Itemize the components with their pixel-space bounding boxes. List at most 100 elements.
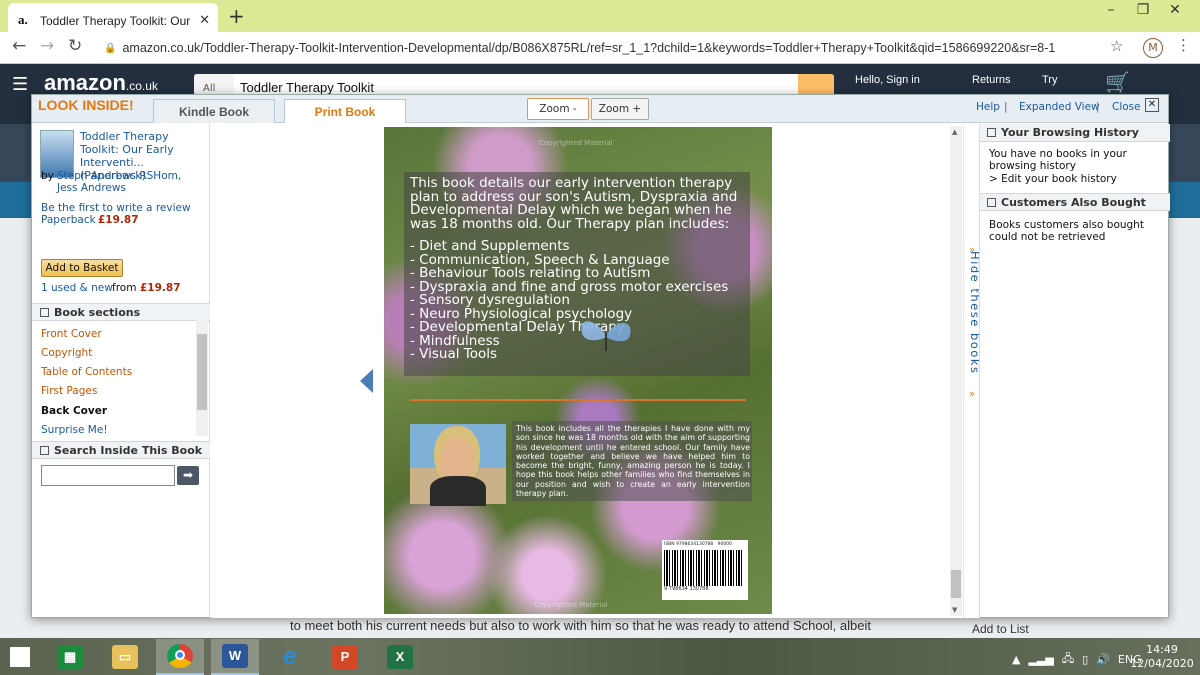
taskbar-internet-explorer[interactable]: e <box>266 639 314 675</box>
search-inside-input[interactable] <box>41 465 175 486</box>
volume-icon[interactable]: 🔊 <box>1096 653 1110 666</box>
try-prime-link[interactable]: Try <box>1042 74 1057 86</box>
minimize-icon[interactable]: – <box>1100 2 1122 18</box>
edit-history-link[interactable]: > Edit your book history <box>989 173 1165 186</box>
also-bought-header[interactable]: Customers Also Bought <box>980 193 1170 211</box>
new-tab-icon[interactable]: + <box>228 4 245 28</box>
taskbar-word[interactable]: W <box>211 639 259 675</box>
product-description-text: to meet both his current needs but also … <box>290 618 871 633</box>
scroll-up-icon[interactable]: ▲ <box>952 128 957 136</box>
isbn-barcode: ISBN 9798634130788 90000 9 798634 130788 <box>662 540 748 600</box>
zoom-out-button[interactable]: Zoom - <box>527 98 589 120</box>
taskbar-clock[interactable]: 14:49 12/04/2020 <box>1130 643 1194 671</box>
word-icon: W <box>222 644 248 668</box>
start-button-icon[interactable] <box>10 647 30 667</box>
reload-icon[interactable]: ↻ <box>68 36 82 56</box>
collapse-box-icon <box>987 128 996 137</box>
file-explorer-icon: ▭ <box>112 645 138 669</box>
zoom-in-button[interactable]: Zoom + <box>591 98 649 120</box>
tab-kindle-book[interactable]: Kindle Book <box>153 99 275 123</box>
internet-explorer-icon: e <box>283 643 297 670</box>
look-inside-modal: LOOK INSIDE! Kindle Book Print Book Zoom… <box>31 94 1170 618</box>
scrollbar-thumb[interactable] <box>197 334 207 410</box>
separator: | <box>1096 101 1100 113</box>
write-review-link[interactable]: Be the first to write a review <box>41 202 191 214</box>
returns-link[interactable]: Returns <box>972 74 1011 86</box>
right-panel: Your Browsing History You have no books … <box>979 124 1170 618</box>
tab-print-book[interactable]: Print Book <box>284 99 406 123</box>
menu-kebab-icon[interactable]: ⋮ <box>1176 36 1191 54</box>
taskbar-excel[interactable]: X <box>376 639 424 675</box>
back-icon[interactable]: ← <box>12 36 26 56</box>
used-new-link[interactable]: 1 used & new <box>41 282 113 294</box>
viewer-scrollbar[interactable]: ▲ ▼ <box>950 126 962 616</box>
taskbar-file-explorer[interactable]: ▭ <box>101 639 149 675</box>
butterfly-icon <box>581 321 631 351</box>
chrome-icon <box>167 644 193 668</box>
url-field[interactable]: 🔒 amazon.co.uk/Toddler-Therapy-Toolkit-I… <box>104 38 1134 58</box>
tab-title: Toddler Therapy Toolkit: Our Early <box>40 13 192 28</box>
separator: | <box>1004 101 1008 113</box>
lock-icon: 🔒 <box>104 42 117 54</box>
collapse-box-icon <box>987 198 996 207</box>
powerpoint-icon: P <box>332 645 358 669</box>
taskbar-powerpoint[interactable]: P <box>321 639 369 675</box>
add-to-basket-button[interactable]: Add to Basket <box>41 259 123 277</box>
network-icon[interactable]: 🖧 <box>1062 650 1074 669</box>
system-tray: ▲ ▂▃▅ 🖧 ▯ 🔊 ENG <box>1012 650 1142 669</box>
isbn-text: ISBN 9798634130788 <box>664 542 714 547</box>
back-cover-blurb: This book includes all the therapies I h… <box>516 424 750 499</box>
amazon-logo[interactable]: amazon.co.uk <box>44 70 158 96</box>
restore-icon[interactable]: ❐ <box>1132 2 1154 18</box>
from-label: from <box>112 282 137 294</box>
search-go-button[interactable]: ➡ <box>177 466 199 485</box>
profile-avatar[interactable]: M <box>1143 38 1163 58</box>
section-surprise-me[interactable]: Surprise Me! <box>41 424 108 436</box>
close-tab-icon[interactable]: ✕ <box>199 13 210 28</box>
help-link[interactable]: Help <box>976 101 1000 113</box>
close-window-icon[interactable]: ✕ <box>1164 2 1186 18</box>
battery-icon[interactable]: ▯ <box>1082 653 1088 666</box>
section-copyright[interactable]: Copyright <box>41 347 92 359</box>
sections-scrollbar[interactable] <box>196 320 208 436</box>
cover-divider <box>410 399 746 401</box>
browsing-history-text: You have no books in your browsing histo… <box>989 148 1127 172</box>
excel-icon: X <box>387 645 413 669</box>
signal-icon[interactable]: ▂▃▅ <box>1028 653 1053 666</box>
scrollbar-thumb[interactable] <box>951 570 961 598</box>
taskbar-calculator[interactable]: ▦ <box>46 639 94 675</box>
section-back-cover[interactable]: Back Cover <box>41 405 107 417</box>
expanded-view-link[interactable]: Expanded View <box>1019 101 1100 113</box>
account-link[interactable]: Hello, Sign in <box>855 74 920 86</box>
watermark: Copyrighted Material <box>539 139 613 147</box>
author-photo <box>410 424 506 506</box>
section-table-of-contents[interactable]: Table of Contents <box>41 366 132 378</box>
browsing-history-header[interactable]: Your Browsing History <box>980 124 1170 142</box>
book-back-cover: Copyrighted Material This book details o… <box>384 127 772 614</box>
book-sections-header[interactable]: Book sections <box>32 303 210 321</box>
add-to-list-button[interactable]: Add to List <box>972 622 1029 636</box>
previous-page-arrow-icon[interactable] <box>360 369 373 393</box>
hamburger-icon[interactable]: ☰ <box>12 74 28 95</box>
basket-icon[interactable]: 🛒 <box>1105 70 1130 94</box>
chevron-right-icon[interactable]: » <box>969 389 975 400</box>
close-icon[interactable]: ✕ <box>1145 98 1159 112</box>
collapse-box-icon <box>40 308 49 317</box>
bookmark-star-icon[interactable]: ☆ <box>1110 37 1123 55</box>
forward-icon[interactable]: → <box>40 36 54 56</box>
tray-chevron-up-icon[interactable]: ▲ <box>1012 653 1020 666</box>
section-front-cover[interactable]: Front Cover <box>41 328 102 340</box>
calculator-icon: ▦ <box>57 645 83 669</box>
barcode-bars <box>664 550 744 586</box>
close-link[interactable]: Close <box>1112 101 1141 113</box>
search-inside-header[interactable]: Search Inside This Book <box>32 441 210 459</box>
search-query: Toddler Therapy Toolkit <box>240 80 374 95</box>
amazon-favicon-icon: a. <box>18 12 28 27</box>
browser-tab[interactable]: a. Toddler Therapy Toolkit: Our Early ✕ <box>8 3 218 32</box>
by-label: by <box>41 170 54 182</box>
clock-time: 14:49 <box>1146 643 1178 656</box>
section-first-pages[interactable]: First Pages <box>41 385 97 397</box>
scroll-down-icon[interactable]: ▼ <box>952 606 957 614</box>
authors-link[interactable]: Steph Andrews RSHom, Jess Andrews <box>57 170 197 194</box>
taskbar-chrome[interactable] <box>156 639 204 675</box>
